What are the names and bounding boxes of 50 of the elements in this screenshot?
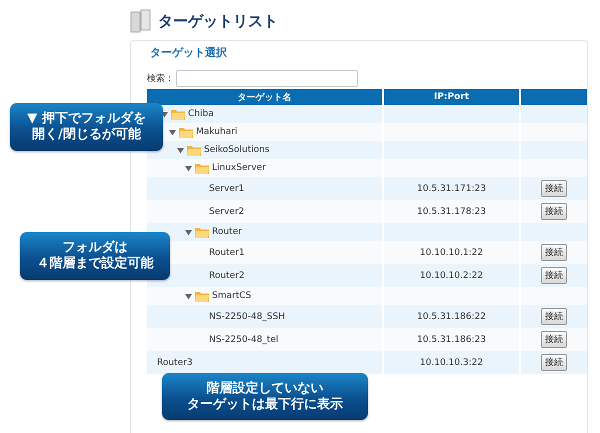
target-name: NS-2250-48_tel bbox=[209, 334, 278, 344]
callout-text: ▼ 押下でフォルダを bbox=[27, 111, 146, 127]
search-label: 検索： bbox=[147, 72, 174, 85]
toggle-icon[interactable] bbox=[185, 228, 192, 236]
target-name: Server1 bbox=[209, 184, 244, 194]
page-title: ターゲットリスト bbox=[158, 12, 278, 30]
callout-text: フォルダは bbox=[62, 240, 128, 256]
ip-port: 10.10.10.1:22 bbox=[418, 248, 484, 258]
toggle-icon[interactable] bbox=[185, 164, 192, 172]
toggle-icon[interactable] bbox=[177, 146, 184, 154]
ip-port: 10.5.31.178:23 bbox=[416, 206, 487, 216]
folder-name[interactable]: Router bbox=[212, 227, 242, 237]
connect-button[interactable]: 接続 bbox=[541, 331, 567, 348]
ip-port: 10.10.10.3:22 bbox=[418, 358, 484, 368]
connect-button[interactable]: 接続 bbox=[541, 244, 567, 261]
folder-icon bbox=[179, 126, 193, 138]
toggle-icon[interactable] bbox=[169, 128, 176, 136]
target-name: Router2 bbox=[209, 270, 245, 280]
ip-port: 10.5.31.186:23 bbox=[416, 334, 487, 344]
ip-port: 10.10.10.2:22 bbox=[418, 270, 484, 280]
ip-port: 10.5.31.171:23 bbox=[416, 184, 487, 194]
folder-icon bbox=[171, 108, 185, 120]
folder-icon bbox=[195, 226, 209, 238]
target-name: Router3 bbox=[157, 358, 193, 368]
folder-icon bbox=[195, 162, 209, 174]
connect-button[interactable]: 接続 bbox=[541, 267, 567, 284]
callout-text: 開く/閉じるが可能 bbox=[32, 127, 141, 143]
folder-name[interactable]: LinuxServer bbox=[212, 163, 266, 173]
connect-button[interactable]: 接続 bbox=[541, 308, 567, 325]
folder-name[interactable]: SeikoSolutions bbox=[204, 145, 270, 155]
folder-icon bbox=[195, 290, 209, 302]
folder-name[interactable]: SmartCS bbox=[212, 291, 252, 301]
column-header: IP:Port bbox=[383, 89, 520, 105]
target-name: NS-2250-48_SSH bbox=[209, 312, 285, 322]
column-header: ターゲット名 bbox=[147, 89, 383, 105]
target-name: Router1 bbox=[209, 248, 245, 258]
folder-name[interactable]: Chiba bbox=[188, 109, 214, 119]
toggle-icon[interactable] bbox=[185, 292, 192, 300]
server-icon bbox=[130, 9, 152, 33]
callout-text: ４階層まで設定可能 bbox=[36, 256, 154, 272]
search-field[interactable] bbox=[176, 70, 358, 87]
ip-port: 10.5.31.186:22 bbox=[416, 312, 487, 322]
callout-text: 階層設定していない bbox=[206, 380, 324, 396]
connect-button[interactable]: 接続 bbox=[541, 354, 567, 371]
callout-text: ターゲットは最下行に表示 bbox=[187, 396, 343, 412]
target-name: Server2 bbox=[209, 206, 244, 216]
folder-name[interactable]: Makuhari bbox=[196, 127, 238, 137]
connect-button[interactable]: 接続 bbox=[541, 180, 567, 197]
folder-icon bbox=[187, 144, 201, 156]
connect-button[interactable]: 接続 bbox=[541, 203, 567, 220]
